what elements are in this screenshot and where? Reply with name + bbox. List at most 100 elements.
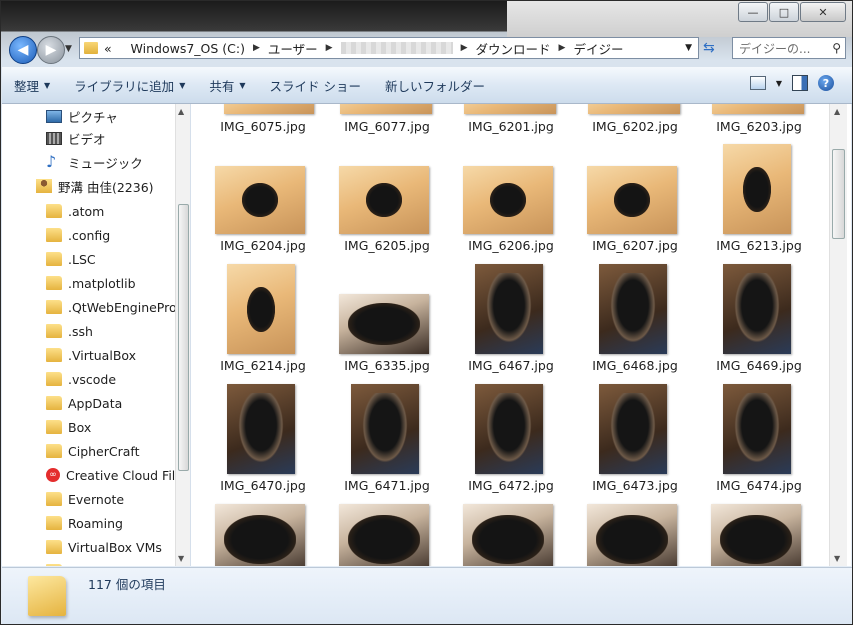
folder-icon xyxy=(46,444,62,458)
folder-icon xyxy=(46,420,62,434)
command-bar: 整理 ▼ ライブラリに追加 ▼ 共有 ▼ スライド ショー 新しいフォルダー ▼ ? xyxy=(2,67,852,104)
breadcrumb-downloads[interactable]: ダウンロード ▶ xyxy=(476,39,574,58)
breadcrumb-daisy[interactable]: デイジー xyxy=(573,39,623,58)
sidebar-item-music[interactable]: ♪ ミュージック xyxy=(46,150,143,174)
sidebar-item-virtualbox-vms[interactable]: VirtualBox VMs xyxy=(46,535,162,559)
chevron-right-icon[interactable]: ▶ xyxy=(559,43,566,53)
image-thumbnail xyxy=(599,264,667,354)
chevron-right-icon[interactable]: ▶ xyxy=(253,43,260,53)
sidebar-item-user-folder[interactable]: 野溝 由佳(2236) xyxy=(36,174,154,198)
image-thumbnail xyxy=(587,166,677,234)
scroll-down-icon[interactable]: ▼ xyxy=(178,554,184,563)
maximize-button[interactable]: □ xyxy=(769,2,799,22)
picture-icon xyxy=(46,109,62,123)
chevron-right-icon[interactable]: ▶ xyxy=(326,43,333,53)
folder-icon xyxy=(46,540,62,554)
chevron-down-icon: ▼ xyxy=(179,80,186,90)
arrow-left-icon: ◀ xyxy=(17,42,29,58)
sidebar-item-config[interactable]: .config xyxy=(46,223,110,247)
close-button[interactable]: ✕ xyxy=(800,2,846,22)
content-scrollbar[interactable]: ▲ ▼ xyxy=(829,104,847,566)
sidebar-item-qtwebengine[interactable]: .QtWebEngineProc xyxy=(46,295,184,319)
folder-icon xyxy=(46,228,62,242)
sidebar-item-pictures[interactable]: ピクチャ xyxy=(46,104,118,128)
folder-icon xyxy=(46,492,62,506)
refresh-icon[interactable]: ⇆ xyxy=(703,40,715,56)
sidebar-item-label: CipherCraft xyxy=(68,443,140,459)
sidebar-item-videos[interactable]: ビデオ xyxy=(46,126,106,150)
address-dropdown[interactable]: ▼ xyxy=(685,43,692,53)
search-input[interactable]: デイジーの... ⚲ xyxy=(732,37,846,59)
navigation-bar: ◀ ▶ ▼ « Windows7_OS (C:) ▶ ユーザー ▶ ▶ ダウンロード… xyxy=(1,32,852,66)
change-view-icon[interactable] xyxy=(749,76,766,90)
sidebar-item-lsc[interactable]: .LSC xyxy=(46,247,96,271)
breadcrumb-users[interactable]: ユーザー ▶ xyxy=(268,39,341,58)
folder-icon xyxy=(46,252,62,266)
slideshow-button[interactable]: スライド ショー xyxy=(258,67,373,103)
scroll-down-icon[interactable]: ▼ xyxy=(834,554,840,563)
sidebar-item-creative-cloud[interactable]: ∞ Creative Cloud Files xyxy=(46,463,190,487)
folder-icon xyxy=(46,348,62,362)
image-thumbnail xyxy=(351,384,419,474)
share-button[interactable]: 共有 ▼ xyxy=(197,67,257,103)
image-thumbnail xyxy=(723,264,791,354)
image-thumbnail xyxy=(723,144,791,234)
image-thumbnail xyxy=(463,504,553,566)
file-name: IMG_6473.jpg xyxy=(592,478,678,493)
address-bar[interactable]: « Windows7_OS (C:) ▶ ユーザー ▶ ▶ ダウンロード ▶ デイジー… xyxy=(79,37,699,59)
sidebar-item-label: Evernote xyxy=(68,491,125,507)
scrollbar-thumb[interactable] xyxy=(832,149,845,239)
chevron-down-icon[interactable]: ▼ xyxy=(776,79,782,88)
sidebar-item-label: ビデオ xyxy=(68,131,106,147)
chevron-right-icon[interactable]: ▶ xyxy=(461,43,468,53)
creative-cloud-icon: ∞ xyxy=(46,468,60,482)
folder-icon xyxy=(84,42,98,54)
navigation-pane: ピクチャ ビデオ ♪ ミュージック 野溝 由佳(2236) .atom .conf… xyxy=(2,104,191,566)
sidebar-scrollbar[interactable]: ▲ ▼ xyxy=(175,104,190,566)
music-icon: ♪ xyxy=(46,152,57,171)
file-name: IMG_6472.jpg xyxy=(468,478,554,493)
organize-button[interactable]: 整理 ▼ xyxy=(2,67,62,103)
sidebar-item-appdata[interactable]: AppData xyxy=(46,391,122,415)
sidebar-item-roaming[interactable]: Roaming xyxy=(46,511,123,535)
breadcrumb-drive[interactable]: Windows7_OS (C:) ▶ xyxy=(131,41,268,56)
sidebar-item-ssh[interactable]: .ssh xyxy=(46,319,93,343)
scroll-up-icon[interactable]: ▲ xyxy=(178,107,184,116)
folder-icon xyxy=(46,516,62,530)
search-icon[interactable]: ⚲ xyxy=(832,41,841,55)
sidebar-item-evernote[interactable]: Evernote xyxy=(46,487,124,511)
preview-pane-icon[interactable] xyxy=(792,75,808,91)
sidebar-item-vscode[interactable]: .vscode xyxy=(46,367,116,391)
sidebar-item-label: .vscode xyxy=(68,371,117,387)
back-button[interactable]: ◀ xyxy=(9,36,37,64)
add-to-library-button[interactable]: ライブラリに追加 ▼ xyxy=(62,67,197,103)
file-name: IMG_6469.jpg xyxy=(716,358,802,373)
search-placeholder: デイジーの... xyxy=(739,41,811,56)
folder-icon xyxy=(46,372,62,386)
minimize-button[interactable]: — xyxy=(738,2,768,22)
forward-button[interactable]: ▶ xyxy=(37,36,65,64)
address-overflow[interactable]: « xyxy=(104,41,131,56)
new-folder-button[interactable]: 新しいフォルダー xyxy=(373,67,497,103)
breadcrumb-user-redacted[interactable]: ▶ xyxy=(340,42,476,54)
scrollbar-thumb[interactable] xyxy=(178,204,189,471)
sidebar-item-ciphercraft[interactable]: CipherCraft xyxy=(46,439,140,463)
folder-icon xyxy=(46,300,62,314)
sidebar-item-box[interactable]: Box xyxy=(46,415,91,439)
help-icon[interactable]: ? xyxy=(818,75,834,91)
sidebar-item-label: ミュージック xyxy=(68,155,143,171)
details-pane: 117 個の項目 xyxy=(2,567,852,624)
sidebar-item-partial[interactable] xyxy=(46,559,68,566)
recent-pages-dropdown[interactable]: ▼ xyxy=(65,44,72,54)
scroll-up-icon[interactable]: ▲ xyxy=(834,107,840,116)
file-name: IMG_6214.jpg xyxy=(220,358,306,373)
sidebar-item-virtualbox-dot[interactable]: .VirtualBox xyxy=(46,343,136,367)
sidebar-item-label: .config xyxy=(68,227,111,243)
file-list: IMG_6075.jpg IMG_6077.jpg IMG_6201.jpg I… xyxy=(191,104,851,566)
sidebar-item-atom[interactable]: .atom xyxy=(46,199,104,223)
image-thumbnail xyxy=(464,104,556,114)
sidebar-item-label: .LSC xyxy=(68,251,96,267)
sidebar-item-label: .ssh xyxy=(68,323,93,339)
sidebar-item-matplotlib[interactable]: .matplotlib xyxy=(46,271,136,295)
user-folder-icon xyxy=(36,179,52,193)
